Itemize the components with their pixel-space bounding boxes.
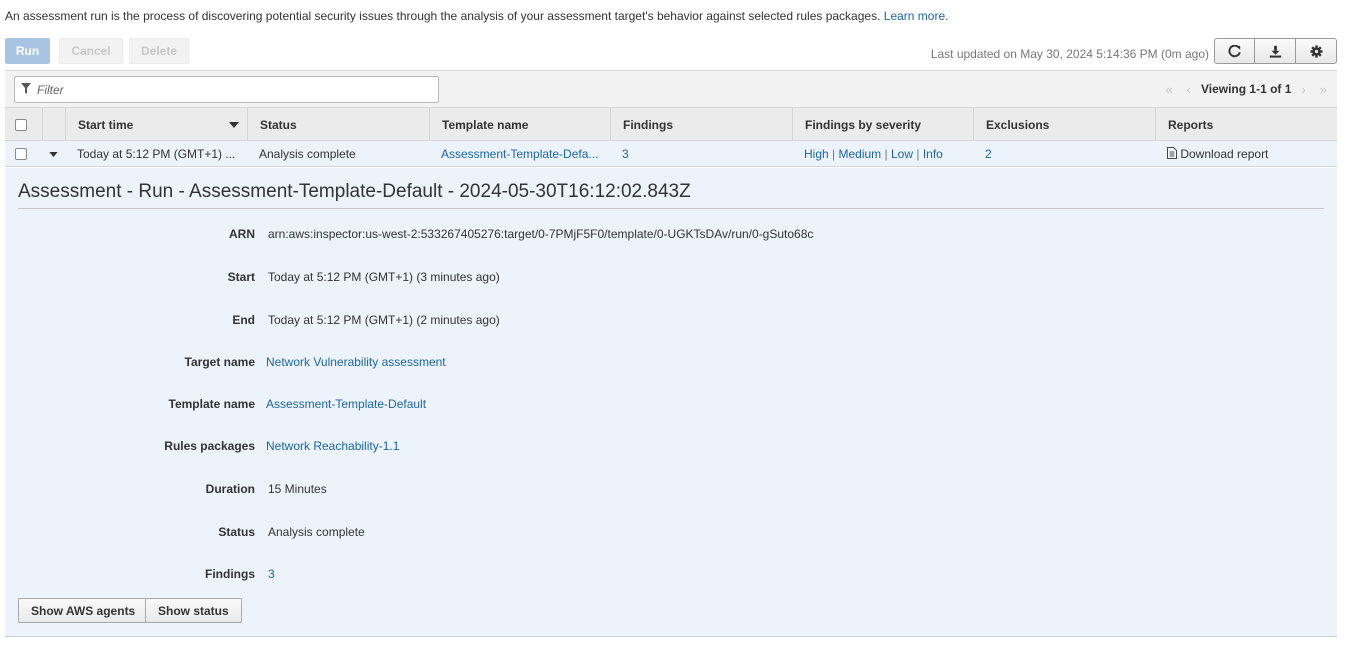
column-exclusions[interactable]: Exclusions [973, 108, 1155, 140]
findings-link[interactable]: 3 [268, 567, 275, 581]
download-report-link[interactable]: Download report [1155, 141, 1337, 167]
prev-page-button[interactable]: ‹ [1187, 82, 1191, 97]
delete-button[interactable]: Delete [129, 38, 189, 64]
severity-medium-link[interactable]: Medium [839, 147, 882, 161]
separator: | [884, 147, 888, 161]
field-value-status: Analysis complete [268, 525, 365, 539]
column-findings[interactable]: Findings [610, 108, 792, 140]
field-label-template-name: Template name [168, 397, 255, 411]
select-all-checkbox[interactable] [15, 119, 27, 131]
cancel-button[interactable]: Cancel [59, 38, 123, 64]
field-label-findings: Findings [205, 567, 255, 581]
learn-more-link[interactable]: Learn more. [884, 9, 949, 23]
filter-icon [21, 83, 31, 94]
severity-low-link[interactable]: Low [891, 147, 913, 161]
filter-input[interactable] [35, 79, 430, 100]
first-page-button[interactable]: « [1165, 82, 1172, 97]
expand-column [42, 108, 65, 140]
column-findings-by-severity[interactable]: Findings by severity [792, 108, 974, 140]
document-icon [1167, 147, 1177, 159]
run-button[interactable]: Run [5, 38, 50, 64]
cell-status: Analysis complete [259, 147, 356, 161]
assessment-runs-table: Start time Status Template name Findings… [5, 107, 1337, 167]
column-label: Findings by severity [805, 118, 922, 132]
separator: | [916, 147, 920, 161]
cell-exclusions-link[interactable]: 2 [973, 141, 1155, 167]
column-label: Findings [623, 118, 673, 132]
field-label-arn: ARN [229, 227, 255, 241]
select-all-cell [5, 108, 42, 140]
template-name-link[interactable]: Assessment-Template-Default [266, 397, 426, 411]
column-template-name[interactable]: Template name [429, 108, 611, 140]
intro-description: An assessment run is the process of disc… [5, 9, 881, 23]
divider [18, 208, 1324, 209]
chevron-down-icon [49, 152, 58, 157]
column-label: Reports [1168, 118, 1214, 132]
settings-button[interactable] [1296, 38, 1337, 64]
field-label-start: Start [227, 270, 255, 284]
show-status-button[interactable]: Show status [145, 598, 242, 623]
filter-box[interactable] [14, 76, 439, 103]
pagination: « ‹ Viewing 1-1 of 1 › » [1165, 81, 1327, 97]
cell-findings-by-severity: High | Medium | Low | Info [792, 141, 974, 167]
field-value-duration: 15 Minutes [268, 482, 327, 496]
show-aws-agents-button[interactable]: Show AWS agents [18, 598, 149, 623]
cell-findings-link[interactable]: 3 [610, 141, 792, 167]
rules-package-link[interactable]: Network Reachability-1.1 [266, 439, 399, 453]
cell-start-time: Today at 5:12 PM (GMT+1) ... [77, 147, 236, 161]
column-label: Status [260, 118, 297, 132]
field-label-status: Status [218, 525, 255, 539]
cell-template-name-link[interactable]: Assessment-Template-Defa... [429, 141, 611, 167]
download-report-label: Download report [1180, 147, 1269, 161]
detail-title: Assessment - Run - Assessment-Template-D… [18, 181, 691, 202]
download-button[interactable] [1255, 38, 1296, 64]
column-label: Start time [78, 118, 134, 132]
column-status[interactable]: Status [247, 108, 429, 140]
table-header: Start time Status Template name Findings… [5, 107, 1337, 141]
run-detail-panel: Assessment - Run - Assessment-Template-D… [5, 168, 1337, 637]
field-label-end: End [232, 313, 255, 327]
column-label: Template name [442, 118, 529, 132]
field-value-start: Today at 5:12 PM (GMT+1) (3 minutes ago) [268, 270, 500, 284]
field-value-arn: arn:aws:inspector:us-west-2:533267405276… [268, 227, 814, 241]
field-value-end: Today at 5:12 PM (GMT+1) (2 minutes ago) [268, 313, 500, 327]
last-page-button[interactable]: » [1320, 82, 1327, 97]
separator: | [832, 147, 836, 161]
column-label: Exclusions [986, 118, 1050, 132]
field-label-target-name: Target name [184, 355, 255, 369]
pagination-text: Viewing 1-1 of 1 [1200, 82, 1292, 96]
download-icon [1269, 45, 1281, 58]
next-page-button[interactable]: › [1301, 82, 1305, 97]
severity-high-link[interactable]: High [804, 147, 829, 161]
row-select-cell [5, 141, 42, 167]
column-reports[interactable]: Reports [1155, 108, 1337, 140]
table-row[interactable]: Today at 5:12 PM (GMT+1) ... Analysis co… [5, 141, 1337, 167]
row-checkbox[interactable] [15, 148, 27, 160]
refresh-button[interactable] [1214, 38, 1255, 64]
sort-desc-icon [229, 122, 239, 128]
target-name-link[interactable]: Network Vulnerability assessment [266, 355, 446, 369]
field-label-rules-packages: Rules packages [164, 439, 255, 453]
column-start-time[interactable]: Start time [65, 108, 247, 140]
row-expand-toggle[interactable] [42, 141, 65, 167]
intro-text: An assessment run is the process of disc… [5, 9, 948, 23]
filter-bar: « ‹ Viewing 1-1 of 1 › » [5, 71, 1337, 107]
last-updated-text: Last updated on May 30, 2024 5:14:36 PM … [930, 47, 1209, 61]
severity-info-link[interactable]: Info [923, 147, 943, 161]
refresh-icon [1228, 44, 1241, 57]
toolbar: Run Cancel Delete Last updated on May 30… [5, 38, 1337, 68]
settings-icon [1309, 44, 1323, 58]
field-label-duration: Duration [205, 482, 255, 496]
